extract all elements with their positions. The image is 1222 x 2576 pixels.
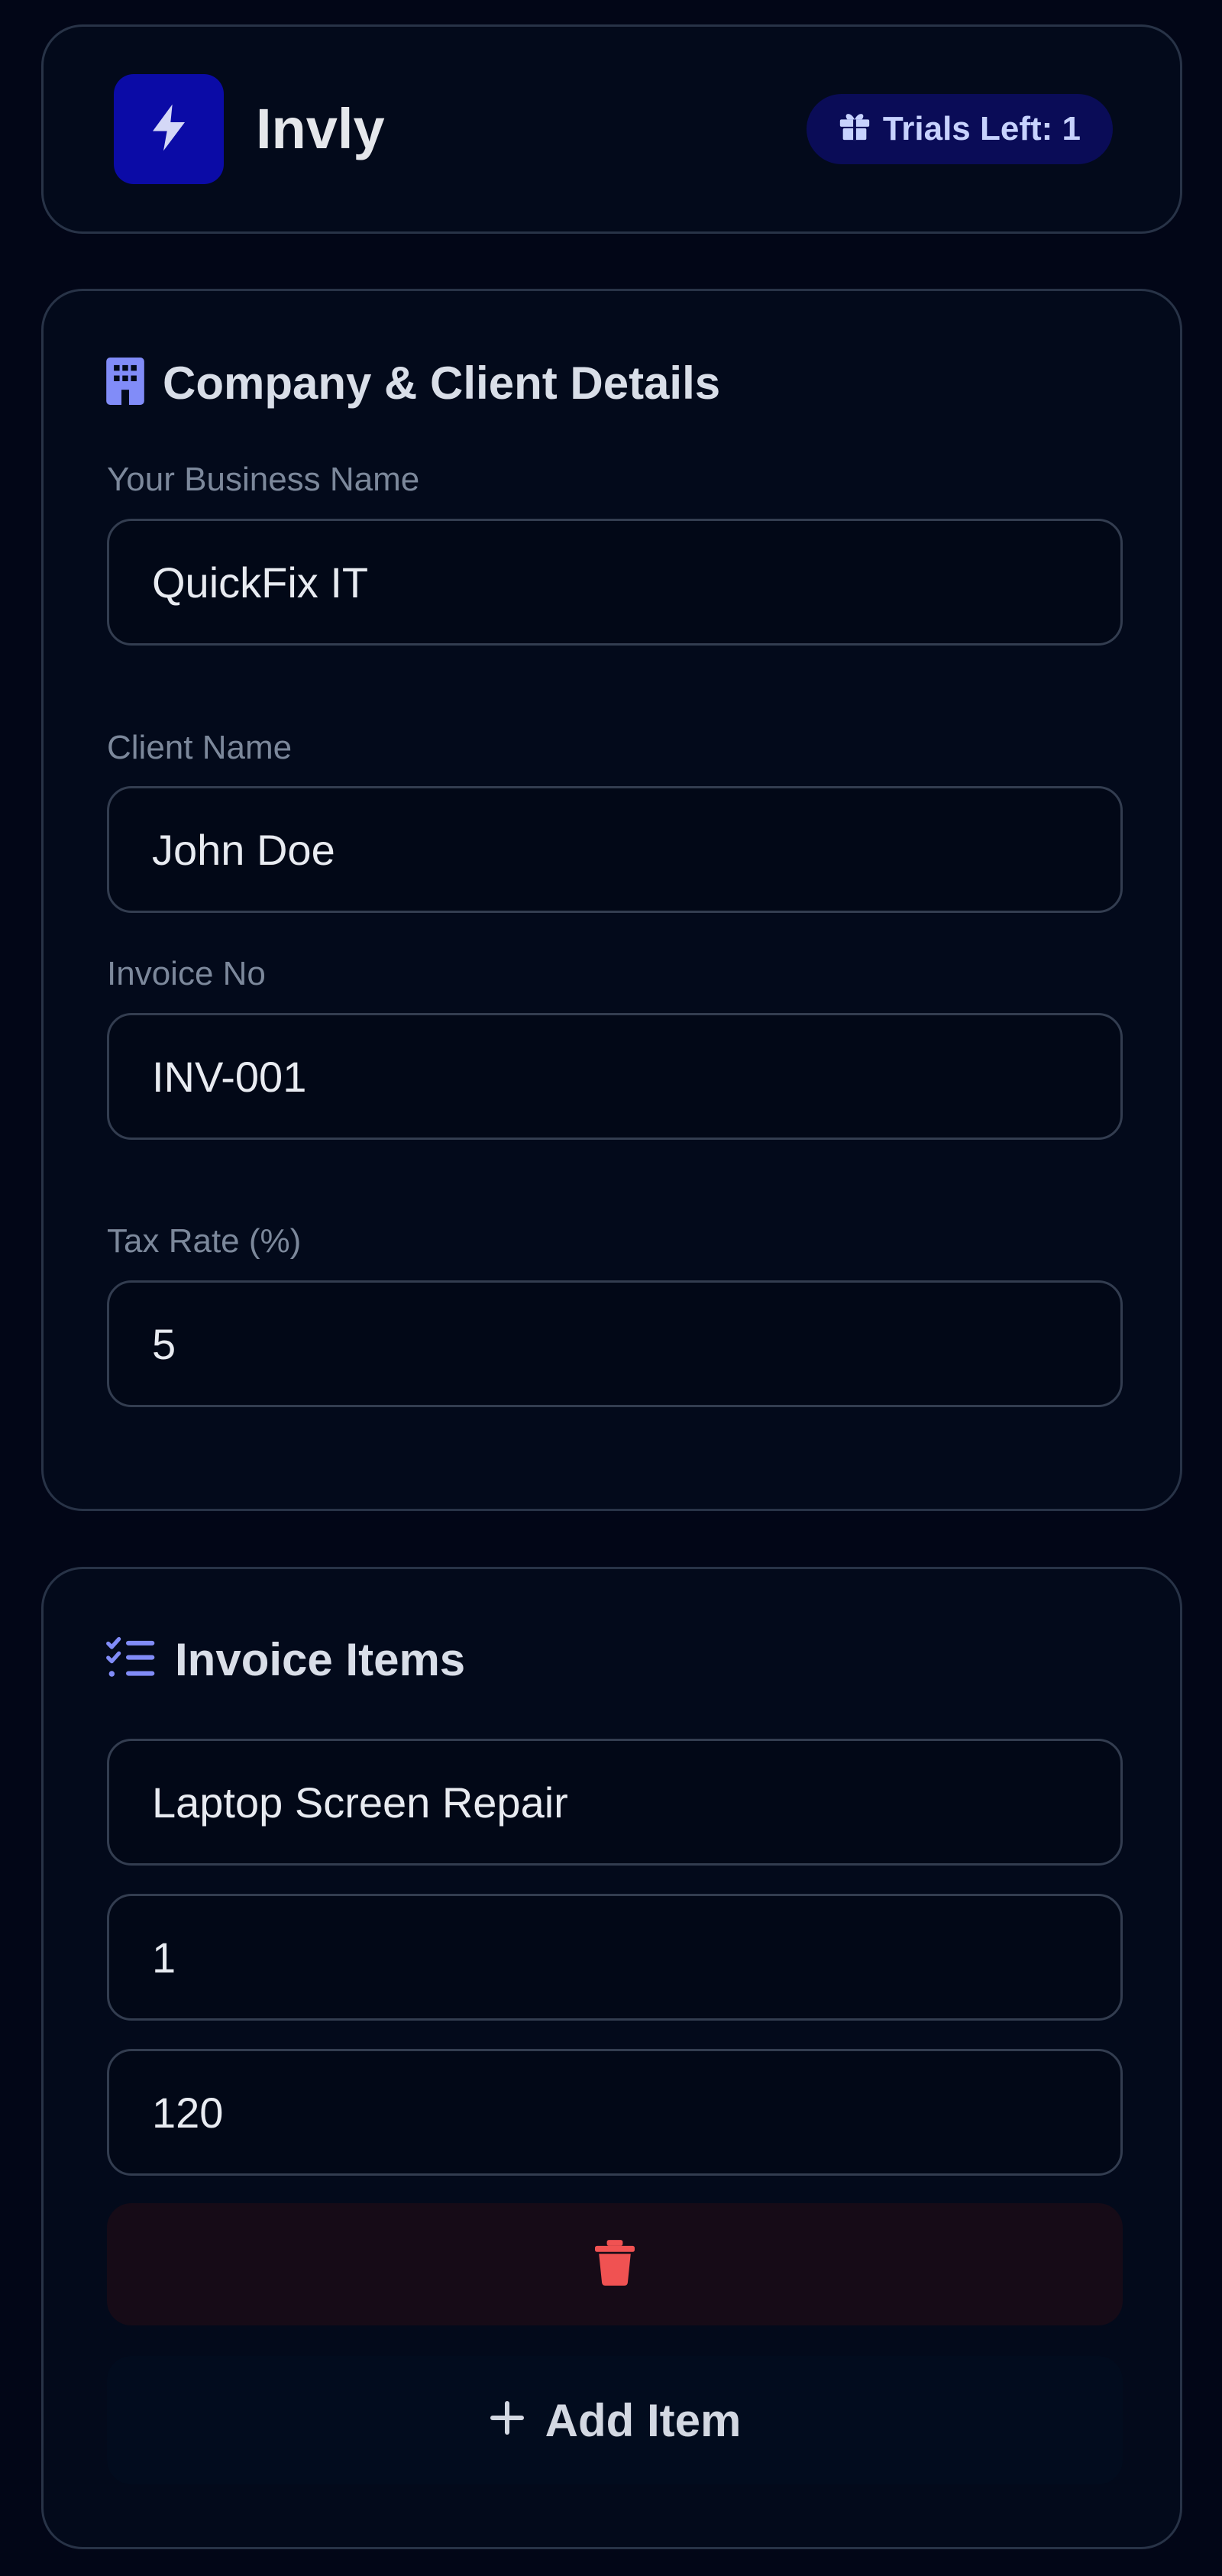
plus-icon [489,2394,525,2447]
section-header: Company & Client Details [106,357,720,409]
client-name-label: Client Name [107,729,293,766]
building-icon [106,358,144,409]
item-description-input[interactable]: Laptop Screen Repair [107,1739,1123,1866]
business-name-input[interactable]: QuickFix IT [107,519,1123,646]
section-header: Invoice Items [106,1633,465,1686]
company-client-details-section: Company & Client Details Your Business N… [41,289,1182,1511]
app-title: Invly [256,97,385,160]
section-title: Invoice Items [175,1634,466,1685]
delete-item-button[interactable] [107,2203,1123,2325]
client-name-input[interactable]: John Doe [107,786,1123,913]
invoice-no-label: Invoice No [107,955,266,992]
tax-rate-input[interactable]: 5 [107,1280,1123,1407]
item-quantity-input[interactable]: 1 [107,1894,1123,2021]
tax-rate-label: Tax Rate (%) [107,1222,302,1260]
checklist-icon [106,1636,157,1683]
gift-icon [837,108,872,151]
add-item-label: Add Item [545,2394,742,2446]
lightning-bolt-icon [147,102,190,157]
add-item-button[interactable]: Add Item [107,2356,1123,2484]
invoice-items-section: Invoice Items Laptop Screen Repair 1 120… [41,1567,1182,2549]
trials-badge: Trials Left: 1 [806,94,1113,164]
business-name-label: Your Business Name [107,461,420,498]
trials-label: Trials Left: 1 [882,110,1081,147]
app-header: Invly Trials Left: 1 [41,24,1182,234]
invoice-no-input[interactable]: INV-001 [107,1013,1123,1140]
trash-icon [595,2239,635,2290]
section-title: Company & Client Details [163,358,721,409]
item-price-input[interactable]: 120 [107,2049,1123,2176]
app-logo [114,74,224,184]
